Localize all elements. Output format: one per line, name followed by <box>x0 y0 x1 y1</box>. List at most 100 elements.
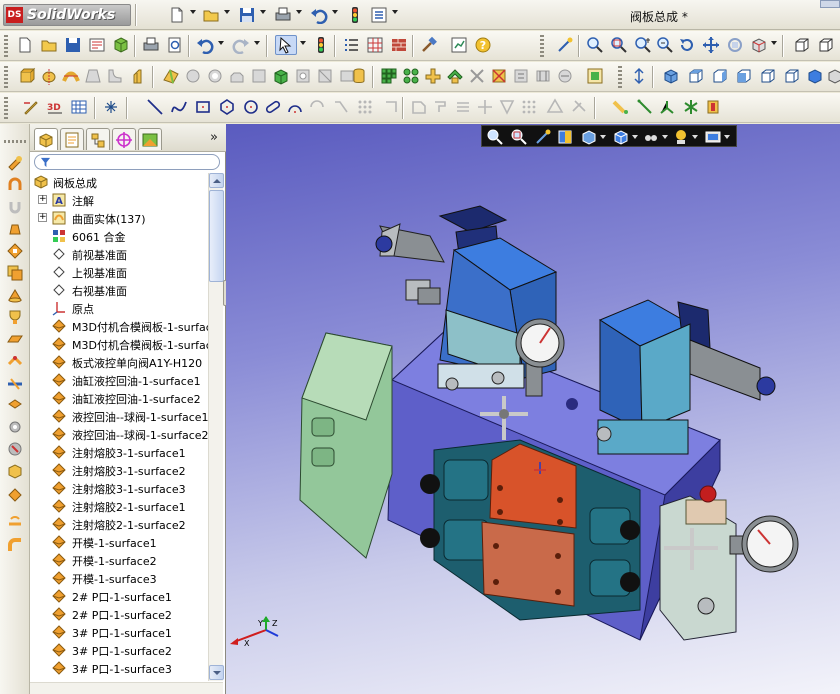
tree-item[interactable]: 3# P口-1-surface1 <box>30 623 208 641</box>
toolbar-grip[interactable] <box>4 35 8 57</box>
axis-icon[interactable] <box>534 67 552 85</box>
open-icon[interactable] <box>40 36 58 54</box>
tree-item[interactable]: 上视基准面 <box>30 263 208 281</box>
chevron-down-icon[interactable] <box>224 10 230 14</box>
chevron-down-icon[interactable] <box>332 10 338 14</box>
propertymanager-tab[interactable] <box>60 128 84 150</box>
display-manager-tab[interactable] <box>138 128 162 150</box>
3d-sketch-icon[interactable] <box>658 98 676 116</box>
slab-icon[interactable] <box>6 330 24 348</box>
shell-icon[interactable] <box>184 67 202 85</box>
tree-item[interactable]: 注射熔胶3-1-surface3 <box>30 479 208 497</box>
rib-icon[interactable] <box>206 67 224 85</box>
zoom-to-selection-icon[interactable] <box>656 36 674 54</box>
sweep-icon[interactable] <box>62 67 80 85</box>
mirror-entities-icon[interactable] <box>498 98 516 116</box>
grid-sketch-icon[interactable] <box>70 98 88 116</box>
gear-icon[interactable] <box>6 418 24 436</box>
arc-icon[interactable] <box>286 98 304 116</box>
layers-icon[interactable] <box>6 264 24 282</box>
solidworks-logo[interactable]: DS SolidWorks <box>3 4 131 26</box>
list-icon[interactable] <box>342 36 360 54</box>
tree-root[interactable]: 阀板总成 <box>30 173 208 191</box>
normal-to-icon[interactable] <box>630 67 648 85</box>
chevron-down-icon[interactable] <box>392 10 398 14</box>
tree-item[interactable]: + 曲面实体(137) <box>30 209 208 227</box>
pipe-icon[interactable] <box>6 536 24 554</box>
sketch-icon[interactable] <box>22 98 40 116</box>
diamond-icon[interactable] <box>6 462 24 480</box>
hammer-icon[interactable] <box>420 36 438 54</box>
mirror-icon[interactable] <box>402 67 420 85</box>
toolbar-grip[interactable] <box>4 140 26 143</box>
cylinder-icon[interactable] <box>350 67 368 85</box>
rotate-icon[interactable] <box>678 36 696 54</box>
window-control-button[interactable] <box>820 0 840 8</box>
help-icon[interactable]: ? <box>474 36 492 54</box>
tree-item[interactable]: 2# P口-1-surface1 <box>30 587 208 605</box>
extend-icon[interactable] <box>454 98 472 116</box>
spline-icon[interactable] <box>170 98 188 116</box>
star-icon[interactable] <box>6 486 24 504</box>
split-icon[interactable] <box>424 67 442 85</box>
chevron-down-icon[interactable] <box>296 10 302 14</box>
fillet-icon[interactable] <box>106 67 124 85</box>
toolbar-grip[interactable] <box>618 66 622 88</box>
trim-icon[interactable] <box>468 67 486 85</box>
weld-icon[interactable] <box>6 176 24 194</box>
toolbar-grip[interactable] <box>540 35 544 57</box>
reference-icon[interactable] <box>586 67 604 85</box>
tree-item[interactable]: + A 注解 <box>30 191 208 209</box>
fillet-sketch-icon[interactable] <box>332 98 350 116</box>
box-icon[interactable] <box>6 396 24 414</box>
scroll-up-button[interactable] <box>209 173 224 188</box>
chevron-down-icon[interactable] <box>632 135 638 139</box>
valve-manifold-model[interactable] <box>226 124 840 694</box>
tree-item[interactable]: 注射熔胶3-1-surface2 <box>30 461 208 479</box>
tree-item[interactable]: M3D付机合模阀板-1-surface <box>30 335 208 353</box>
iso-view-icon[interactable] <box>662 67 680 85</box>
revolve-icon[interactable] <box>40 67 58 85</box>
flatten-icon[interactable] <box>6 374 24 392</box>
section-view-icon[interactable] <box>556 128 574 146</box>
roll-icon[interactable] <box>726 36 744 54</box>
tree-item[interactable]: 板式液控单向阀A1Y-H120 <box>30 353 208 371</box>
extrude-boss-icon[interactable] <box>18 67 36 85</box>
tree-item[interactable]: 开模-1-surface1 <box>30 533 208 551</box>
cone-icon[interactable] <box>6 286 24 304</box>
chevron-down-icon[interactable] <box>300 41 306 45</box>
front-view-icon[interactable] <box>792 36 810 54</box>
draft-icon[interactable] <box>228 67 246 85</box>
line-tool-icon[interactable] <box>636 98 654 116</box>
loft-icon[interactable] <box>84 67 102 85</box>
offset-entities-icon[interactable] <box>410 98 428 116</box>
configurationmanager-tab[interactable] <box>86 128 110 150</box>
tree-item[interactable]: 前视基准面 <box>30 245 208 263</box>
chevron-down-icon[interactable] <box>218 41 224 45</box>
pressure-gauge-right[interactable] <box>729 515 799 573</box>
tree-item[interactable]: 开模-1-surface3 <box>30 569 208 587</box>
hide-show-icon[interactable] <box>642 128 660 146</box>
tree-item[interactable]: 3# P口-1-surface3 <box>30 659 208 677</box>
construction-icon[interactable] <box>546 98 564 116</box>
surface-icon[interactable] <box>316 67 334 85</box>
back-view-icon[interactable] <box>816 36 834 54</box>
tree-item[interactable]: 开模-1-surface2 <box>30 551 208 569</box>
right-lower-valve[interactable] <box>659 485 737 641</box>
graphics-area[interactable]: X Y Z <box>226 124 840 694</box>
bottom-view-icon[interactable] <box>758 67 776 85</box>
3d-icon[interactable] <box>112 36 130 54</box>
smart-dimension-icon[interactable]: 3D <box>46 98 64 116</box>
chevron-down-icon[interactable] <box>771 41 777 45</box>
chamfer-icon[interactable] <box>128 67 146 85</box>
view-orientation-icon[interactable] <box>750 36 768 54</box>
right-view-icon[interactable] <box>710 67 728 85</box>
tangent-arc-icon[interactable] <box>308 98 326 116</box>
expand-panel-icon[interactable]: » <box>210 130 218 145</box>
redo-icon[interactable] <box>232 36 250 54</box>
edit-appearance-icon[interactable] <box>672 128 690 146</box>
open-icon[interactable] <box>202 6 220 24</box>
save-icon[interactable] <box>238 6 256 24</box>
zoom-fit-icon[interactable] <box>586 36 604 54</box>
expand-toggle[interactable]: + <box>38 195 47 204</box>
